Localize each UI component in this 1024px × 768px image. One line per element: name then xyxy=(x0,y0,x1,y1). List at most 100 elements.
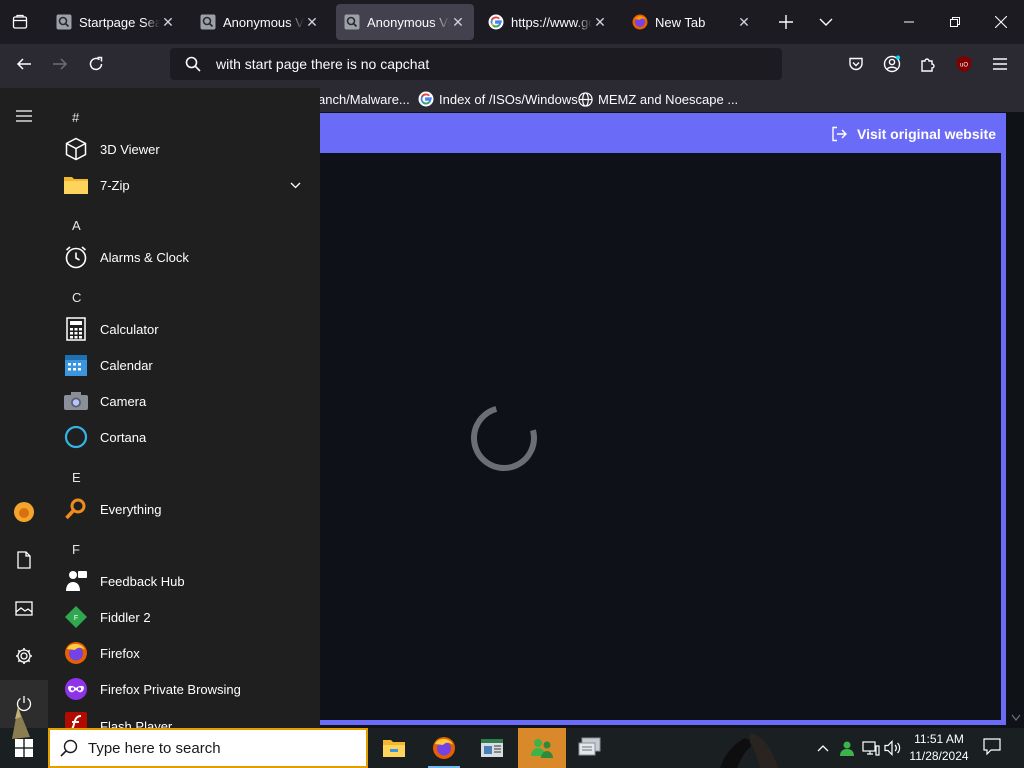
taskbar-firefox[interactable] xyxy=(420,728,468,768)
calendar-icon xyxy=(62,351,90,379)
arrow-left-icon xyxy=(16,58,31,70)
ublock-origin-icon: uO xyxy=(957,56,971,72)
cortana-icon xyxy=(62,423,90,451)
taskbar-active-app[interactable] xyxy=(518,728,566,768)
app-firefox[interactable]: Firefox xyxy=(60,635,310,671)
app-name: Calendar xyxy=(100,357,153,373)
minimize-icon xyxy=(904,21,914,23)
page-viewport xyxy=(320,153,1001,720)
tab-title: Startpage Search xyxy=(79,14,160,30)
reload-button[interactable] xyxy=(80,48,112,80)
pocket-button[interactable] xyxy=(840,48,872,80)
desktop-character-sprite xyxy=(4,703,34,741)
app-name: 3D Viewer xyxy=(100,141,160,157)
pictures-button[interactable] xyxy=(0,584,48,632)
section-letter[interactable]: F xyxy=(72,542,80,557)
app-cortana[interactable]: Cortana xyxy=(60,419,310,455)
app-3d-viewer[interactable]: 3D Viewer xyxy=(60,131,310,167)
clock[interactable]: 11:51 AM 11/28/2024 xyxy=(906,731,972,765)
search-icon xyxy=(170,56,216,72)
app-camera[interactable]: Camera xyxy=(60,383,310,419)
firefox-icon xyxy=(632,14,648,30)
bookmark-isos-windows[interactable]: Index of /ISOs/Windows xyxy=(418,90,578,108)
hamburger-icon xyxy=(993,58,1007,70)
volume-icon xyxy=(884,740,901,756)
camera-icon xyxy=(62,387,90,415)
forward-button[interactable] xyxy=(44,48,76,80)
taskbar-monitor-app[interactable] xyxy=(566,728,614,768)
svg-text:F: F xyxy=(74,615,78,622)
network-icon xyxy=(862,741,880,756)
tab-google[interactable]: https://www.google ✕ xyxy=(480,4,616,40)
arrow-right-icon xyxy=(53,58,68,70)
app-calendar[interactable]: Calendar xyxy=(60,347,310,383)
address-bar[interactable]: with start page there is no capchat xyxy=(170,48,782,80)
action-center-button[interactable] xyxy=(980,738,1004,755)
address-text[interactable]: with start page there is no capchat xyxy=(216,56,429,72)
scroll-down-icon xyxy=(1011,714,1021,722)
back-button[interactable] xyxy=(8,48,40,80)
account-button[interactable] xyxy=(876,48,908,80)
tab-new-tab[interactable]: New Tab ✕ xyxy=(624,4,760,40)
volume-button[interactable] xyxy=(884,740,902,756)
chevron-down-icon[interactable] xyxy=(280,182,310,189)
feedback-icon xyxy=(62,567,90,595)
expand-menu-button[interactable] xyxy=(0,92,48,140)
taskbar-file-explorer[interactable] xyxy=(370,728,418,768)
app-flash-player[interactable]: Flash Player xyxy=(60,707,310,728)
windows-logo-icon xyxy=(15,739,33,757)
google-icon xyxy=(418,91,434,107)
taskbar-search-box[interactable]: Type here to search xyxy=(48,728,368,768)
restore-button[interactable] xyxy=(932,0,978,44)
section-letter[interactable]: # xyxy=(72,110,79,125)
app-feedback-hub[interactable]: Feedback Hub xyxy=(60,563,310,599)
close-tab-icon[interactable]: ✕ xyxy=(736,14,752,31)
app-menu-button[interactable] xyxy=(984,48,1016,80)
user-account-button[interactable] xyxy=(0,488,48,536)
section-letter[interactable]: E xyxy=(72,470,81,485)
bookmark-label: anch/Malware... xyxy=(318,91,410,107)
visit-label: Visit original website xyxy=(856,126,996,142)
app-firefox-private[interactable]: Firefox Private Browsing xyxy=(60,671,310,707)
close-window-button[interactable] xyxy=(978,0,1024,44)
close-tab-icon[interactable]: ✕ xyxy=(592,14,608,31)
tab-list-button[interactable] xyxy=(4,6,36,38)
app-name: Firefox Private Browsing xyxy=(100,681,241,697)
close-tab-icon[interactable]: ✕ xyxy=(304,14,320,31)
visit-original-website-link[interactable]: Visit original website xyxy=(831,125,996,143)
extensions-button[interactable] xyxy=(912,48,944,80)
network-button[interactable] xyxy=(862,740,880,756)
section-letter[interactable]: A xyxy=(72,218,81,233)
search-placeholder: Type here to search xyxy=(88,739,221,757)
puzzle-icon xyxy=(921,58,935,72)
tab-bar: Startpage Search ✕ Anonymous View ✕ Anon… xyxy=(0,0,1024,44)
ublock-button[interactable]: uO xyxy=(948,48,980,80)
close-tab-icon[interactable]: ✕ xyxy=(450,14,466,31)
app-name: Alarms & Clock xyxy=(100,249,189,265)
documents-button[interactable] xyxy=(0,536,48,584)
tray-user-app[interactable] xyxy=(838,740,856,756)
new-tab-button[interactable] xyxy=(770,6,802,38)
app-name: Feedback Hub xyxy=(100,573,185,589)
scrollbar[interactable] xyxy=(1008,112,1024,728)
app-7-zip[interactable]: 7-Zip xyxy=(60,167,310,203)
app-alarms-clock[interactable]: Alarms & Clock xyxy=(60,239,310,275)
settings-button[interactable] xyxy=(0,632,48,680)
close-tab-icon[interactable]: ✕ xyxy=(160,14,176,31)
minimize-button[interactable] xyxy=(886,0,932,44)
chevron-down-icon xyxy=(819,18,833,26)
bookmark-memz[interactable]: MEMZ and Noescape ... xyxy=(578,90,738,108)
tab-startpage-search[interactable]: Startpage Search ✕ xyxy=(48,4,184,40)
app-fiddler-2[interactable]: F Fiddler 2 xyxy=(60,599,310,635)
section-letter[interactable]: C xyxy=(72,290,81,305)
list-all-tabs-button[interactable] xyxy=(810,6,842,38)
tab-anonymous-view-1[interactable]: Anonymous View ✕ xyxy=(192,4,328,40)
bookmark-malware[interactable]: anch/Malware... xyxy=(318,90,410,108)
show-hidden-icons-button[interactable] xyxy=(814,740,832,756)
app-everything[interactable]: Everything xyxy=(60,491,310,527)
bookmark-label: MEMZ and Noescape ... xyxy=(598,91,739,107)
taskbar-app-window[interactable] xyxy=(468,728,516,768)
tab-anonymous-view-active[interactable]: Anonymous View ✕ xyxy=(336,4,474,40)
app-calculator[interactable]: Calculator xyxy=(60,311,310,347)
clock-time: 11:51 AM xyxy=(914,732,964,746)
